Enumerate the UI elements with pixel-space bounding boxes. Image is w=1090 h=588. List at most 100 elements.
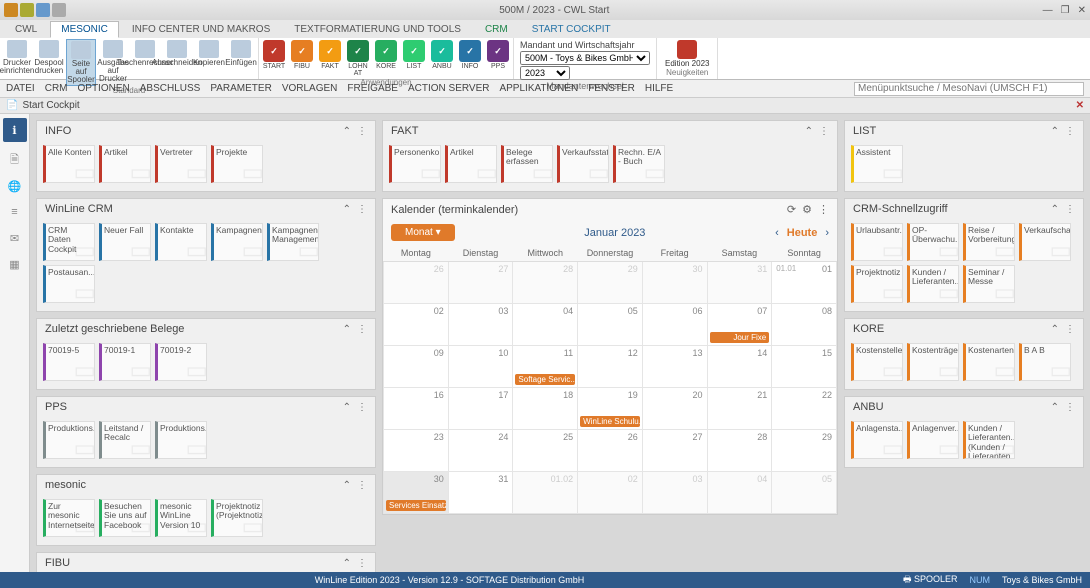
calendar-cell[interactable]: 30 [642,262,707,304]
calendar-cell[interactable]: 31 [448,472,513,514]
calendar-cell[interactable]: 26 [384,262,449,304]
ribbon-tab[interactable]: INFO CENTER UND MAKROS [121,21,281,38]
sidebar-table-icon[interactable]: ▦ [7,256,23,272]
app-button-list[interactable]: ✓LIST [401,39,427,78]
tile[interactable]: Kampagnen-Management▭ [267,223,319,261]
today-button[interactable]: Heute [787,227,818,239]
calendar-cell[interactable]: 04 [707,472,772,514]
calendar-cell[interactable]: 15 [772,346,837,388]
tile[interactable]: Leitstand / Recalc▭ [99,421,151,459]
collapse-icon[interactable]: ⌃ [1051,126,1059,137]
sidebar-bars-icon[interactable]: ≡ [7,204,23,220]
settings-icon[interactable]: ⚙ [802,203,812,216]
app-button-lohn at[interactable]: ✓LOHN AT [345,39,371,78]
qat-icon[interactable] [20,3,34,17]
more-icon[interactable]: ⋮ [357,402,367,413]
calendar-cell[interactable]: 25 [513,430,578,472]
company-select[interactable]: 500M - Toys & Bikes GmbH [520,51,650,65]
menu-item[interactable]: APPLIKATIONEN [499,83,578,94]
ribbon-button[interactable]: Despooldrucken [34,39,64,86]
close-button[interactable]: ✕ [1078,5,1086,16]
ribbon-tab[interactable]: CRM [474,21,519,38]
more-icon[interactable]: ⋮ [818,203,829,216]
tile[interactable]: Seminar / Messe▭ [963,265,1015,303]
calendar-cell[interactable]: 07Jour Fixe [707,304,772,346]
tile[interactable]: Belege erfassen▭ [501,145,553,183]
collapse-icon[interactable]: ⌃ [343,324,351,335]
calendar-cell[interactable]: 30Services Einsatz [384,472,449,514]
menu-item[interactable]: FREIGABE [347,83,398,94]
more-icon[interactable]: ⋮ [1065,204,1075,215]
calendar-cell[interactable]: 28 [707,430,772,472]
refresh-icon[interactable]: ⟳ [787,203,796,216]
menu-item[interactable]: PARAMETER [210,83,272,94]
app-button-anbu[interactable]: ✓ANBU [429,39,455,78]
calendar-cell[interactable]: 26 [578,430,643,472]
calendar-cell[interactable]: 11Softage Servic... [513,346,578,388]
menu-item[interactable]: DATEI [6,83,35,94]
app-button-start[interactable]: ✓START [261,39,287,78]
calendar-cell[interactable]: 21 [707,388,772,430]
tile[interactable]: Zur mesonic Internetseite▭ [43,499,95,537]
year-select[interactable]: 2023 [520,66,570,80]
calendar-cell[interactable]: 12 [578,346,643,388]
ribbon-tab[interactable]: MESONIC [50,21,119,38]
more-icon[interactable]: ⋮ [1065,402,1075,413]
tile[interactable]: Projektnotiz (Projektnotiz)▭ [211,499,263,537]
collapse-icon[interactable]: ⌃ [343,204,351,215]
calendar-cell[interactable]: 22 [772,388,837,430]
calendar-cell[interactable]: 05 [578,304,643,346]
qat-icon[interactable] [52,3,66,17]
more-icon[interactable]: ⋮ [357,558,367,569]
tile[interactable]: Kostenträge...▭ [907,343,959,381]
sidebar-mail-icon[interactable]: ✉ [7,230,23,246]
tile[interactable]: Alle Konten▭ [43,145,95,183]
menu-item[interactable]: ACTION SERVER [408,83,490,94]
more-icon[interactable]: ⋮ [357,324,367,335]
calendar-cell[interactable]: 23 [384,430,449,472]
tile[interactable]: B A B▭ [1019,343,1071,381]
menu-item[interactable]: ABSCHLUSS [140,83,201,94]
calendar-event[interactable]: WinLine Schulu... [580,416,640,427]
ribbon-tab[interactable]: CWL [4,21,48,38]
edition-icon[interactable] [677,40,697,59]
minimize-button[interactable]: — [1043,5,1053,16]
tile[interactable]: Kunden / Lieferanten...▭ [907,265,959,303]
collapse-icon[interactable]: ⌃ [1051,204,1059,215]
calendar-cell[interactable]: 10 [448,346,513,388]
tile[interactable]: Besuchen Sie uns auf Facebook▭ [99,499,151,537]
qat-icon[interactable] [36,3,50,17]
ribbon-button[interactable]: Einfügen [226,39,256,86]
sidebar-info-icon[interactable]: ℹ [3,118,27,142]
collapse-icon[interactable]: ⌃ [343,480,351,491]
calendar-cell[interactable]: 27 [642,430,707,472]
calendar-cell[interactable]: 20 [642,388,707,430]
tile[interactable]: Rechn. E/A - Buch▭ [613,145,665,183]
ribbon-button[interactable]: Druckereinrichten [2,39,32,86]
ribbon-tab[interactable]: TEXTFORMATIERUNG UND TOOLS [283,21,472,38]
tile[interactable]: 70019-2▭ [155,343,207,381]
calendar-event[interactable]: Jour Fixe [710,332,770,343]
tile[interactable]: Artikel▭ [99,145,151,183]
sidebar-globe-icon[interactable]: 🌐 [7,178,23,194]
tile[interactable]: mesonic WinLine Version 10▭ [155,499,207,537]
tile[interactable]: Kunden / Lieferanten... (Kunden / Liefer… [963,421,1015,459]
calendar-cell[interactable]: 29 [578,262,643,304]
tile[interactable]: Verkaufsstat...▭ [557,145,609,183]
calendar-cell[interactable]: 03 [448,304,513,346]
calendar-cell[interactable]: 31 [707,262,772,304]
calendar-cell[interactable]: 02 [578,472,643,514]
calendar-cell[interactable]: 06 [642,304,707,346]
menu-search[interactable] [854,82,1084,96]
calendar-cell[interactable]: 01.0101 [772,262,837,304]
app-button-fibu[interactable]: ✓FIBU [289,39,315,78]
menu-item[interactable]: OPTIONEN [78,83,130,94]
calendar-cell[interactable]: 19WinLine Schulu... [578,388,643,430]
collapse-icon[interactable]: ⌃ [343,402,351,413]
calendar-cell[interactable]: 17 [448,388,513,430]
more-icon[interactable]: ⋮ [819,126,829,137]
calendar-cell[interactable]: 03 [642,472,707,514]
tile[interactable]: Kostenarten▭ [963,343,1015,381]
tile[interactable]: Projekte▭ [211,145,263,183]
menu-item[interactable]: HILFE [645,83,673,94]
